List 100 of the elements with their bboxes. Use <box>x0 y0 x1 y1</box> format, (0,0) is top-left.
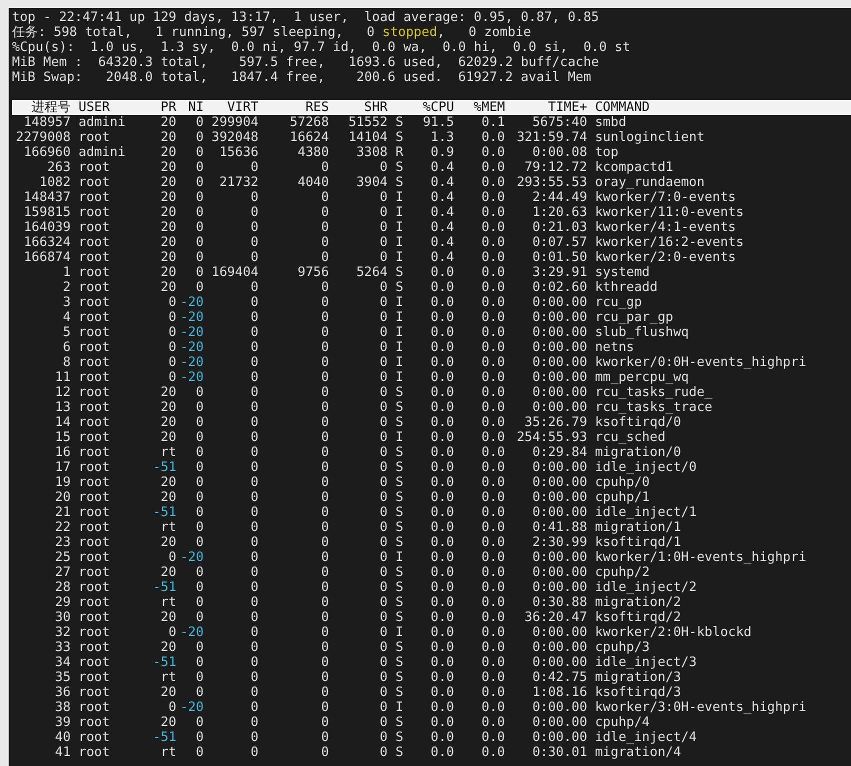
table-cell-text: 0 <box>320 370 329 385</box>
table-cell-text: top <box>594 145 618 160</box>
table-cell-text: 0 <box>250 325 258 340</box>
table-cell-text: I <box>394 235 404 250</box>
table-cell-text: 0 <box>250 490 258 505</box>
table-cell-text: 30 <box>54 610 71 625</box>
column-header: PR <box>160 100 176 115</box>
table-cell-text: 0 <box>378 655 388 670</box>
table-cell-text: 148437 <box>22 190 71 205</box>
table-cell-text: 0.0 <box>430 310 454 325</box>
table-cell-text: 0 <box>378 475 388 490</box>
table-cell-text: 0 <box>378 580 388 595</box>
table-cell-text: -20 <box>179 370 204 385</box>
table-cell-text: cpuhp/0 <box>594 475 650 490</box>
table-cell-text: 0 <box>194 490 204 505</box>
table-cell-text: I <box>394 355 404 370</box>
table-cell-text: I <box>394 295 404 310</box>
summary-line: MiB Mem : 64320.3 total, 597.5 free, 1693.6 used, 62029.2 buff/cache <box>12 55 599 70</box>
table-cell-text: root <box>78 505 111 520</box>
table-cell-text: 51552 <box>347 115 388 130</box>
table-cell-text: 0.0 <box>480 430 505 445</box>
table-cell-text: 0 <box>250 385 258 400</box>
table-cell-text: rt <box>160 670 176 685</box>
table-cell-text: 0 <box>168 310 176 325</box>
table-cell-text: 0 <box>250 550 258 565</box>
table-cell-text: 0.0 <box>480 715 505 730</box>
table-cell-text: 0.0 <box>480 385 505 400</box>
table-cell-text: 20 <box>160 265 176 280</box>
table-cell-text: 0.0 <box>480 550 505 565</box>
table-cell-text: S <box>394 490 404 505</box>
table-cell-text: 0.0 <box>480 460 505 475</box>
table-cell-text: kworker/4:1-events <box>594 220 736 235</box>
table-cell-text: kthreadd <box>594 280 658 295</box>
table-cell-text: 0 <box>378 445 388 460</box>
table-cell-text: 14 <box>54 415 71 430</box>
table-cell-text: root <box>78 445 111 460</box>
table-cell-text: 0 <box>378 490 388 505</box>
table-cell-text: 0 <box>320 250 329 265</box>
table-cell-text: 293:55.53 <box>516 175 588 190</box>
table-cell-text: 0 <box>378 460 388 475</box>
column-header: TIME+ <box>547 100 588 115</box>
table-cell-text: 20 <box>160 640 176 655</box>
table-cell-text: 0 <box>378 715 388 730</box>
table-cell-text: 0 <box>250 475 258 490</box>
table-cell-text: 0 <box>320 415 329 430</box>
table-cell-text: 0:02.60 <box>531 280 588 295</box>
table-cell-text: 0 <box>194 655 204 670</box>
table-cell-text: 0.0 <box>430 520 454 535</box>
table-cell-text: 0 <box>194 565 204 580</box>
table-cell-text: 20 <box>160 280 176 295</box>
table-cell-text: 0.0 <box>480 370 505 385</box>
table-cell-text: root <box>78 625 111 640</box>
table-cell-text: 15636 <box>218 145 258 160</box>
table-cell-text: -20 <box>179 355 204 370</box>
table-cell-text: 0 <box>320 280 329 295</box>
table-cell-text: 21732 <box>218 175 258 190</box>
table-cell-text: 0:21.03 <box>531 220 588 235</box>
table-cell-text: 0 <box>194 220 204 235</box>
table-cell-text: 20 <box>160 385 176 400</box>
table-cell-text: S <box>394 745 404 760</box>
table-cell-text: 392048 <box>210 130 258 145</box>
table-cell-text: 0 <box>250 505 258 520</box>
table-cell-text: 0.4 <box>430 160 454 175</box>
table-cell-text: root <box>78 595 111 610</box>
table-cell-text: S <box>394 640 404 655</box>
table-cell-text: kworker/2:0H-kblockd <box>594 625 752 640</box>
table-cell-text: 0 <box>378 730 388 745</box>
table-cell-text: 0 <box>194 175 204 190</box>
table-cell-text: 0 <box>194 445 204 460</box>
table-cell-text: 299904 <box>210 115 258 130</box>
table-cell-text: smbd <box>594 115 626 130</box>
table-cell-text: 0 <box>194 430 204 445</box>
table-cell-text: 0.0 <box>430 595 454 610</box>
table-cell-text: 5675:40 <box>531 115 588 130</box>
table-cell-text: 3 <box>62 295 71 310</box>
table-cell-text: 0:00.00 <box>531 550 588 565</box>
table-cell-text: 0:00.00 <box>531 625 588 640</box>
table-cell-text: root <box>78 430 111 445</box>
table-cell-text: 0.0 <box>480 730 505 745</box>
table-cell-text: root <box>78 250 111 265</box>
table-cell-text: 20 <box>160 160 176 175</box>
table-cell-text: 20 <box>160 685 176 700</box>
table-cell-text: 0.0 <box>430 640 454 655</box>
table-cell-text: I <box>394 370 404 385</box>
table-cell-text: 0:00.08 <box>531 145 588 160</box>
table-cell-text: -51 <box>152 655 176 670</box>
table-cell-text: S <box>394 175 404 190</box>
table-cell-text: 0.4 <box>430 250 454 265</box>
table-cell-text: -20 <box>179 700 204 715</box>
table-cell-text: 0.0 <box>430 490 454 505</box>
table-cell-text: 38 <box>54 700 71 715</box>
table-cell-text: 0 <box>250 595 258 610</box>
table-cell-text: migration/4 <box>594 745 682 760</box>
table-cell-text: 14104 <box>347 130 388 145</box>
table-cell-text: 0 <box>250 715 258 730</box>
table-cell-text: 0.0 <box>430 295 454 310</box>
table-cell-text: 0 <box>378 550 388 565</box>
table-cell-text: I <box>394 310 404 325</box>
table-cell-text: 4 <box>62 310 71 325</box>
table-cell-text: kworker/0:0H-events_highpri <box>594 355 806 370</box>
